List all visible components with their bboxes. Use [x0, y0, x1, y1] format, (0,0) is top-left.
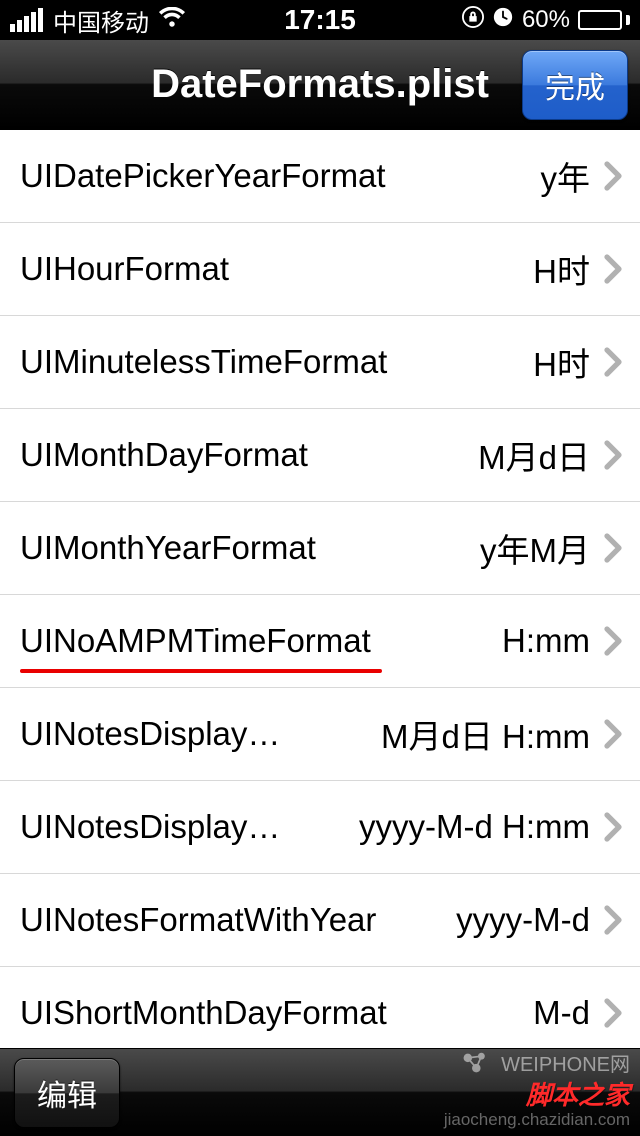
- bottom-toolbar: 编辑 WEIPHONE网 脚本之家 jiaocheng.chazidian.co…: [0, 1048, 640, 1136]
- watermark-1: WEIPHONE网: [501, 1048, 630, 1077]
- battery-percent: 60%: [522, 6, 570, 34]
- nav-bar: DateFormats.plist 完成: [0, 40, 640, 130]
- chevron-right-icon: [604, 626, 622, 656]
- table-row[interactable]: UIHourFormatH时: [0, 223, 640, 316]
- table-row[interactable]: UIMinutelessTimeFormatH时: [0, 316, 640, 409]
- status-bar: 中国移动 17:15 60%: [0, 0, 640, 40]
- chevron-right-icon: [604, 998, 622, 1028]
- chevron-right-icon: [604, 905, 622, 935]
- row-key: UINotesDisplay…: [20, 808, 359, 846]
- done-button[interactable]: 完成: [522, 50, 628, 120]
- page-title: DateFormats.plist: [151, 62, 489, 107]
- row-key: UIShortMonthDayFormat: [20, 994, 533, 1032]
- row-value: M月d日: [478, 431, 590, 479]
- row-key: UINotesDisplay…: [20, 715, 381, 753]
- row-value: y年M月: [480, 524, 590, 572]
- watermark-3: jiaocheng.chazidian.com: [444, 1110, 630, 1130]
- row-value: yyyy-M-d H:mm: [359, 808, 590, 846]
- status-time: 17:15: [284, 4, 356, 36]
- table-row[interactable]: UIShortMonthDayFormatM-d: [0, 967, 640, 1060]
- table-row[interactable]: UIMonthDayFormatM月d日: [0, 409, 640, 502]
- row-value: H时: [533, 338, 590, 386]
- row-key: UINoAMPMTimeFormat: [20, 622, 502, 660]
- clock-icon: [492, 6, 514, 35]
- highlight-underline: [20, 669, 382, 673]
- row-value: H时: [533, 245, 590, 293]
- row-value: y年: [541, 152, 591, 200]
- row-key: UINotesFormatWithYear: [20, 901, 456, 939]
- chevron-right-icon: [604, 812, 622, 842]
- chevron-right-icon: [604, 440, 622, 470]
- rotation-lock-icon: [462, 6, 484, 35]
- row-value: M-d: [533, 994, 590, 1032]
- watermark-2: 脚本之家: [444, 1075, 630, 1112]
- table-row[interactable]: UIMonthYearFormaty年M月: [0, 502, 640, 595]
- row-value: yyyy-M-d: [456, 901, 590, 939]
- table-row[interactable]: UINoAMPMTimeFormatH:mm: [0, 595, 640, 688]
- table-row[interactable]: UIDatePickerYearFormaty年: [0, 130, 640, 223]
- row-value: H:mm: [502, 622, 590, 660]
- table-row[interactable]: UINotesDisplay…yyyy-M-d H:mm: [0, 781, 640, 874]
- chevron-right-icon: [604, 347, 622, 377]
- battery-icon: [578, 10, 630, 30]
- carrier-label: 中国移动: [53, 3, 149, 38]
- row-value: M月d日 H:mm: [381, 710, 590, 758]
- watermark: WEIPHONE网 脚本之家 jiaocheng.chazidian.com: [444, 1048, 630, 1130]
- signal-icon: [10, 8, 43, 32]
- chevron-right-icon: [604, 254, 622, 284]
- status-right: 60%: [462, 6, 630, 35]
- table-row[interactable]: UINotesFormatWithYearyyyy-M-d: [0, 874, 640, 967]
- edit-button[interactable]: 编辑: [14, 1058, 120, 1128]
- plist-table: UIDatePickerYearFormaty年UIHourFormatH时UI…: [0, 130, 640, 1060]
- wifi-icon: [159, 6, 185, 34]
- row-key: UIDatePickerYearFormat: [20, 157, 541, 195]
- row-key: UIMonthYearFormat: [20, 529, 480, 567]
- row-key: UIMinutelessTimeFormat: [20, 343, 533, 381]
- chevron-right-icon: [604, 719, 622, 749]
- status-left: 中国移动: [10, 3, 185, 38]
- chevron-right-icon: [604, 161, 622, 191]
- table-row[interactable]: UINotesDisplay…M月d日 H:mm: [0, 688, 640, 781]
- row-key: UIMonthDayFormat: [20, 436, 478, 474]
- row-key: UIHourFormat: [20, 250, 533, 288]
- chevron-right-icon: [604, 533, 622, 563]
